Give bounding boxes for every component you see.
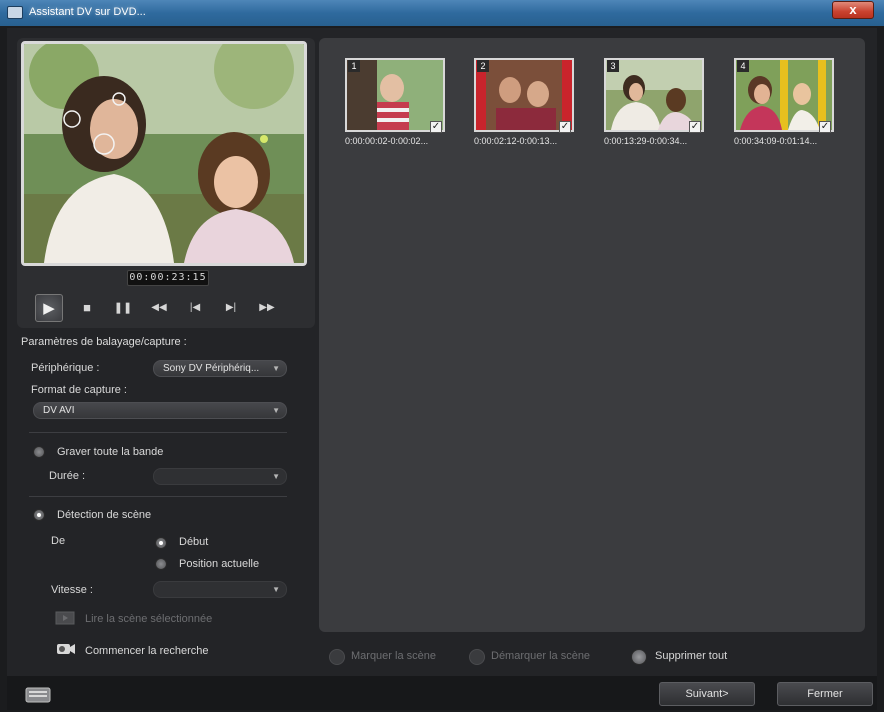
device-value: Sony DV Périphériq... [163, 363, 260, 374]
chevron-down-icon: ▼ [272, 406, 280, 415]
device-dropdown[interactable]: Sony DV Périphériq... ▼ [153, 360, 287, 377]
scene-detection-radio[interactable] [33, 509, 45, 521]
scene-number: 2 [477, 60, 489, 72]
dv-to-dvd-wizard-window: Assistant DV sur DVD... x 00:00:23:15 ▶ … [0, 0, 884, 712]
rewind-button[interactable]: ◀◀ [145, 294, 173, 322]
close-button[interactable]: Fermer [777, 682, 873, 706]
burn-tape-radio[interactable] [33, 446, 45, 458]
pause-button[interactable]: ❚❚ [109, 294, 137, 322]
duration-dropdown[interactable]: ▼ [153, 468, 287, 485]
mark-scene-button[interactable]: Marquer la scène [351, 650, 436, 662]
device-label: Périphérique : [31, 362, 100, 374]
wizard-content: 00:00:23:15 ▶ ■ ❚❚ ◀◀ |◀ ▶| ▶▶ Paramètre… [7, 28, 877, 710]
video-preview [21, 41, 307, 266]
scene-number: 1 [348, 60, 360, 72]
wizard-footer: Suivant> Fermer [7, 676, 877, 710]
chevron-down-icon: ▼ [272, 585, 280, 594]
camcorder-search-icon [55, 640, 77, 658]
play-button[interactable]: ▶ [35, 294, 63, 322]
capture-format-dropdown[interactable]: DV AVI ▼ [33, 402, 287, 419]
fast-forward-button[interactable]: ▶▶ [253, 294, 281, 322]
speed-dropdown[interactable]: ▼ [153, 581, 287, 598]
duration-label: Durée : [49, 470, 86, 482]
title-bar[interactable]: Assistant DV sur DVD... x [0, 0, 884, 26]
previous-button[interactable]: |◀ [181, 294, 209, 322]
unmark-scene-icon [469, 649, 485, 665]
preview-panel: 00:00:23:15 ▶ ■ ❚❚ ◀◀ |◀ ▶| ▶▶ [17, 38, 315, 328]
stop-button[interactable]: ■ [73, 294, 101, 322]
window-title: Assistant DV sur DVD... [29, 6, 146, 18]
scan-settings-title: Paramètres de balayage/capture : [21, 336, 187, 348]
delete-all-button[interactable]: Supprimer tout [655, 650, 727, 662]
chevron-down-icon: ▼ [272, 364, 280, 373]
scene-thumbnail[interactable]: 4 ✓ 0:00:34:09-0:01:14... [734, 58, 834, 146]
scene-thumbnail[interactable]: 2 ✓ 0:00:02:12-0:00:13... [474, 58, 574, 146]
scene-list-panel: 1 ✓ 0:00:00:02-0:00:02... 2 ✓ 0:00:02:12… [319, 38, 865, 632]
play-scene-icon [55, 610, 77, 628]
scene-checkbox[interactable]: ✓ [819, 121, 831, 133]
scene-time-range: 0:00:13:29-0:00:34... [604, 136, 688, 146]
scene-thumbnail[interactable]: 1 ✓ 0:00:00:02-0:00:02... [345, 58, 445, 146]
start-search-button[interactable]: Commencer la recherche [85, 645, 209, 657]
next-button[interactable]: Suivant> [659, 682, 755, 706]
from-start-radio[interactable] [155, 537, 167, 549]
scene-checkbox[interactable]: ✓ [430, 121, 442, 133]
delete-all-icon [631, 649, 647, 665]
scene-detection-label: Détection de scène [57, 509, 152, 521]
close-window-button[interactable]: x [832, 1, 874, 19]
scene-number: 3 [607, 60, 619, 72]
scene-time-range: 0:00:34:09-0:01:14... [734, 136, 818, 146]
scene-time-range: 0:00:02:12-0:00:13... [474, 136, 558, 146]
capture-format-label: Format de capture : [31, 384, 127, 396]
scene-number: 4 [737, 60, 749, 72]
settings-icon[interactable] [25, 686, 53, 704]
unmark-scene-button[interactable]: Démarquer la scène [491, 650, 590, 662]
from-current-position-radio[interactable] [155, 558, 167, 570]
scene-checkbox[interactable]: ✓ [689, 121, 701, 133]
scene-checkbox[interactable]: ✓ [559, 121, 571, 133]
mark-scene-icon [329, 649, 345, 665]
timecode-display: 00:00:23:15 [127, 270, 209, 286]
burn-tape-label: Graver toute la bande [57, 446, 164, 458]
divider [29, 496, 287, 497]
scene-thumbnail[interactable]: 3 ✓ 0:00:13:29-0:00:34... [604, 58, 704, 146]
transport-controls: ▶ ■ ❚❚ ◀◀ |◀ ▶| ▶▶ [29, 294, 299, 322]
capture-format-value: DV AVI [43, 405, 75, 416]
next-button[interactable]: ▶| [217, 294, 245, 322]
divider [29, 432, 287, 433]
play-selected-scene-button[interactable]: Lire la scène sélectionnée [85, 613, 212, 625]
from-start-label: Début [179, 536, 209, 548]
chevron-down-icon: ▼ [272, 472, 280, 481]
scene-time-range: 0:00:00:02-0:00:02... [345, 136, 429, 146]
speed-label: Vitesse : [51, 584, 93, 596]
app-icon [7, 6, 23, 19]
from-label: De [51, 535, 66, 547]
from-current-position-label: Position actuelle [179, 558, 260, 570]
